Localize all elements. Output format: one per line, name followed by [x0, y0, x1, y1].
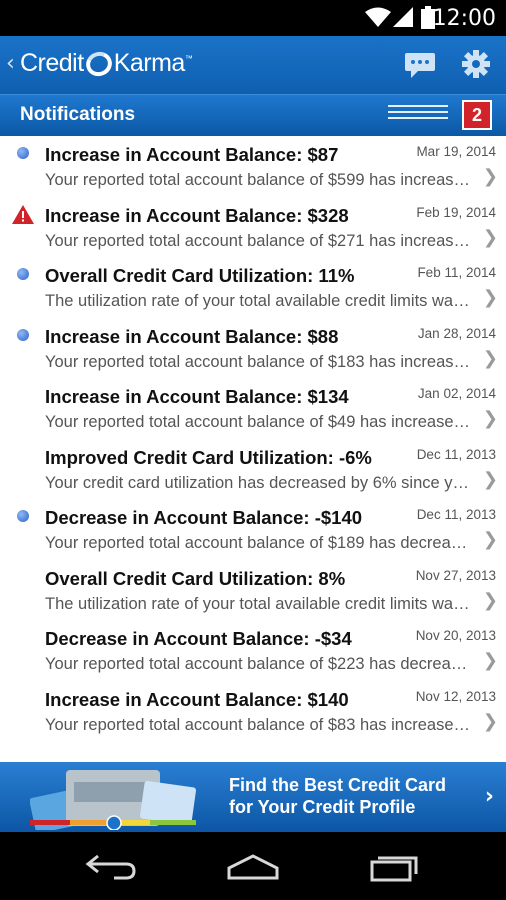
- gear-icon[interactable]: [460, 48, 492, 80]
- chevron-right-icon: ❯: [482, 650, 498, 671]
- logo-trademark: ™: [184, 54, 193, 63]
- status-time: 12:00: [432, 6, 496, 31]
- chevron-right-icon: ❯: [482, 287, 498, 308]
- notification-title: Increase in Account Balance: $328: [45, 204, 349, 226]
- warning-icon: [12, 204, 34, 224]
- notification-description: The utilization rate of your total avail…: [45, 594, 475, 613]
- notification-item[interactable]: Increase in Account Balance: $88 Jan 28, …: [0, 318, 506, 379]
- app-bar: ‹ Credit Karma ™: [0, 36, 506, 94]
- banner-arrow-icon[interactable]: ›: [485, 784, 494, 809]
- notifications-title: Notifications: [20, 104, 136, 125]
- notification-date: Mar 19, 2014: [416, 144, 496, 159]
- notification-item[interactable]: Increase in Account Balance: $87 Mar 19, …: [0, 136, 506, 197]
- notification-title: Increase in Account Balance: $140: [45, 688, 349, 710]
- chevron-right-icon: ❯: [482, 589, 498, 611]
- notification-title: Overall Credit Card Utilization: 11%: [45, 265, 355, 286]
- notification-date: Jan 28, 2014: [417, 325, 496, 341]
- banner-text: Find the Best Credit Card for Your Credi…: [229, 774, 446, 818]
- unread-dot-icon: [17, 147, 29, 159]
- notification-item[interactable]: Overall Credit Card Utilization: 11% Feb …: [0, 257, 506, 318]
- logo-text-karma: Karma: [113, 49, 186, 77]
- banner-line-2: for Your Credit Profile: [229, 797, 416, 817]
- notification-count-badge: 2: [462, 100, 492, 130]
- credit-cards-illustration: [30, 770, 197, 830]
- notification-date: Nov 12, 2013: [415, 688, 496, 704]
- notification-description: The utilization rate of your total avail…: [45, 292, 475, 310]
- notification-item[interactable]: Overall Credit Card Utilization: 8% Nov 2…: [0, 560, 506, 621]
- back-chevron-icon[interactable]: ‹: [6, 51, 15, 76]
- logo-text-credit: Credit: [20, 49, 84, 77]
- notification-description: Your reported total account balance of $…: [45, 352, 475, 371]
- notifications-header: Notifications 2: [0, 94, 506, 136]
- notification-description: Your reported total account balance of $…: [45, 413, 475, 431]
- notification-item[interactable]: Decrease in Account Balance: -$34 Nov 20,…: [0, 620, 506, 681]
- chevron-right-icon: ❯: [482, 468, 498, 490]
- notification-title: Decrease in Account Balance: -$34: [45, 628, 352, 649]
- notification-list: Increase in Account Balance: $87 Mar 19, …: [0, 136, 506, 762]
- chevron-right-icon: ❯: [482, 166, 498, 187]
- notification-description: Your reported total account balance of $…: [45, 715, 475, 734]
- unread-dot-icon: [17, 328, 29, 341]
- notification-item[interactable]: Improved Credit Card Utilization: -6% Dec…: [0, 439, 506, 500]
- chat-icon[interactable]: [404, 49, 436, 81]
- notification-date: Feb 19, 2014: [416, 204, 496, 220]
- notification-item[interactable]: Increase in Account Balance: $328 Feb 19,…: [0, 197, 506, 258]
- credit-karma-logo: Credit Karma ™: [20, 47, 193, 80]
- logo-ring-icon: [82, 47, 116, 80]
- unread-dot-icon: [17, 510, 29, 522]
- recent-apps-icon[interactable]: [366, 850, 422, 882]
- banner-line-1: Find the Best Credit Card: [229, 775, 447, 795]
- chevron-right-icon: ❯: [482, 408, 498, 429]
- notification-date: Jan 02, 2014: [417, 386, 496, 401]
- unread-dot-icon: [17, 268, 29, 280]
- notification-item[interactable]: Increase in Account Balance: $134 Jan 02,…: [0, 378, 506, 439]
- chevron-right-icon: ❯: [482, 529, 498, 550]
- credit-card-banner[interactable]: Find the Best Credit Card for Your Credi…: [0, 762, 506, 832]
- wifi-icon: [365, 7, 391, 27]
- signal-icon: [393, 7, 413, 27]
- chevron-right-icon: ❯: [482, 226, 498, 248]
- notification-description: Your reported total account balance of $…: [45, 171, 475, 189]
- notification-count: 2: [464, 102, 490, 128]
- status-bar: 12:00: [0, 0, 506, 36]
- menu-lines-icon[interactable]: [388, 105, 448, 125]
- notification-title: Increase in Account Balance: $88: [45, 325, 339, 347]
- notification-description: Your reported total account balance of $…: [45, 231, 475, 250]
- notification-title: Improved Credit Card Utilization: -6%: [45, 446, 372, 468]
- navigation-bar: [0, 832, 506, 900]
- notification-item[interactable]: Increase in Account Balance: $140 Nov 12,…: [0, 681, 506, 742]
- notification-title: Increase in Account Balance: $87: [45, 144, 339, 165]
- chevron-right-icon: ❯: [482, 347, 498, 369]
- notification-date: Dec 11, 2013: [416, 507, 496, 522]
- notification-date: Dec 11, 2013: [416, 446, 496, 462]
- notification-description: Your credit card utilization has decreas…: [45, 473, 475, 492]
- notification-date: Nov 20, 2013: [415, 628, 496, 643]
- home-icon[interactable]: [225, 850, 281, 882]
- notification-title: Decrease in Account Balance: -$140: [45, 507, 363, 528]
- notification-title: Increase in Account Balance: $134: [45, 386, 349, 407]
- notification-date: Feb 11, 2014: [417, 265, 496, 280]
- chevron-right-icon: ❯: [482, 710, 498, 732]
- notification-date: Nov 27, 2013: [415, 567, 496, 583]
- notification-description: Your reported total account balance of $…: [45, 534, 475, 552]
- notification-description: Your reported total account balance of $…: [45, 655, 475, 673]
- notification-item[interactable]: Decrease in Account Balance: -$140 Dec 11…: [0, 499, 506, 560]
- notification-title: Overall Credit Card Utilization: 8%: [45, 567, 346, 589]
- back-icon[interactable]: [84, 850, 140, 882]
